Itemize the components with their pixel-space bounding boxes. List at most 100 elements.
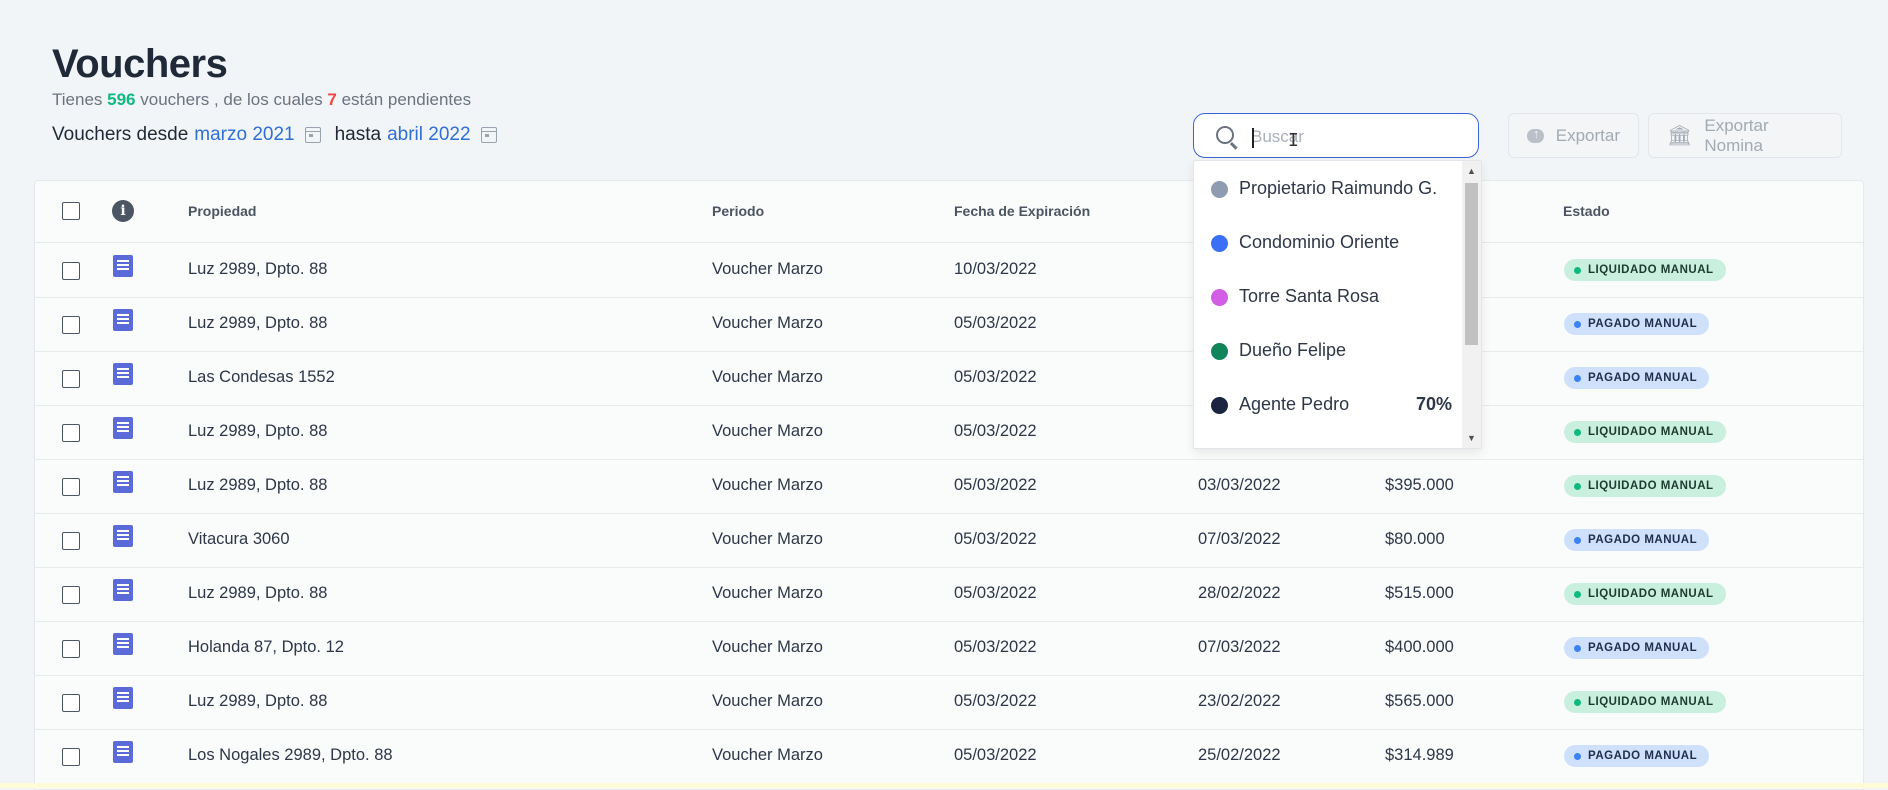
- document-icon[interactable]: [113, 309, 133, 331]
- cell-expiracion: 05/03/2022: [954, 314, 1037, 332]
- table-row[interactable]: Luz 2989, Dpto. 88 Voucher Marzo 05/03/202…: [35, 459, 1863, 514]
- range-to-link[interactable]: abril 2022: [387, 124, 470, 146]
- cell-propiedad: Los Nogales 2989, Dpto. 88: [188, 746, 393, 764]
- table-row[interactable]: Holanda 87, Dpto. 12 Voucher Marzo 05/03/2…: [35, 621, 1863, 676]
- summary-middle: vouchers , de los cuales: [140, 90, 323, 109]
- table-row[interactable]: Luz 2989, Dpto. 88 Voucher Marzo 05/03/202…: [35, 297, 1863, 352]
- row-checkbox[interactable]: [62, 532, 80, 550]
- cell-expiracion: 05/03/2022: [954, 368, 1037, 386]
- dropdown-option[interactable]: Condominio Oriente: [1194, 215, 1459, 269]
- dropdown-option[interactable]: Torre Santa Rosa: [1194, 269, 1459, 323]
- header-expiracion[interactable]: Fecha de Expiración: [954, 203, 1090, 219]
- cell-periodo: Voucher Marzo: [712, 368, 823, 386]
- option-percent: 70%: [1415, 394, 1452, 414]
- cell-propiedad: Luz 2989, Dpto. 88: [188, 476, 328, 494]
- header-periodo[interactable]: Periodo: [712, 203, 764, 219]
- range-from-label: Vouchers desde: [52, 124, 189, 145]
- table-row[interactable]: Las Condesas 1552 Voucher Marzo 05/03/2022…: [35, 351, 1863, 406]
- cell-propiedad: Holanda 87, Dpto. 12: [188, 638, 344, 656]
- option-label: Propietario Raimundo G.: [1239, 178, 1438, 198]
- document-icon[interactable]: [113, 633, 133, 655]
- row-checkbox[interactable]: [62, 640, 80, 658]
- cell-expiracion: 05/03/2022: [954, 692, 1037, 710]
- table-row[interactable]: Vitacura 3060 Voucher Marzo 05/03/2022 07/0…: [35, 513, 1863, 568]
- cell-propiedad: Vitacura 3060: [188, 530, 290, 548]
- row-checkbox[interactable]: [62, 316, 80, 334]
- voucher-summary: Tienes 596 vouchers , de los cuales 7 es…: [52, 90, 471, 110]
- status-badge: PAGADO MANUAL: [1564, 529, 1710, 551]
- vouchers-table: i Propiedad Periodo Fecha de Expiración …: [34, 180, 1864, 790]
- cell-expiracion: 05/03/2022: [954, 638, 1037, 656]
- document-icon[interactable]: [113, 687, 133, 709]
- bank-icon: 🏛: [1667, 125, 1693, 147]
- document-icon[interactable]: [113, 417, 133, 439]
- export-nomina-button[interactable]: 🏛 Exportar Nomina: [1648, 113, 1842, 158]
- row-checkbox[interactable]: [62, 424, 80, 442]
- document-icon[interactable]: [113, 255, 133, 277]
- select-all-checkbox[interactable]: [62, 202, 80, 220]
- table-header: i Propiedad Periodo Fecha de Expiración …: [35, 181, 1863, 243]
- dropdown-option[interactable]: Propietario Raimundo G.: [1194, 161, 1459, 215]
- cell-periodo: Voucher Marzo: [712, 476, 823, 494]
- cell-propiedad: Luz 2989, Dpto. 88: [188, 260, 328, 278]
- export-label: Exportar: [1555, 125, 1620, 145]
- cell-periodo: Voucher Marzo: [712, 638, 823, 656]
- cell-monto: $400.000: [1385, 638, 1454, 656]
- cell-monto: $395.000: [1385, 476, 1454, 494]
- row-checkbox[interactable]: [62, 748, 80, 766]
- export-button[interactable]: Exportar: [1508, 113, 1639, 158]
- scroll-up-arrow-icon[interactable]: ▲: [1467, 166, 1476, 176]
- scrollbar-thumb[interactable]: [1465, 183, 1478, 345]
- cell-periodo: Voucher Marzo: [712, 692, 823, 710]
- ibeam-cursor-icon: I: [1288, 130, 1299, 151]
- dropdown-option[interactable]: Agente Pedro 70%: [1194, 377, 1459, 431]
- status-badge: LIQUIDADO MANUAL: [1564, 475, 1726, 497]
- cell-fecha: 07/03/2022: [1198, 530, 1281, 548]
- document-icon[interactable]: [113, 471, 133, 493]
- color-dot-icon: [1211, 181, 1228, 198]
- range-to-label: hasta: [334, 124, 382, 145]
- cell-propiedad: Luz 2989, Dpto. 88: [188, 584, 328, 602]
- table-row[interactable]: Luz 2989, Dpto. 88 Voucher Marzo 05/03/202…: [35, 675, 1863, 730]
- header-estado[interactable]: Estado: [1563, 203, 1610, 219]
- table-row[interactable]: Los Nogales 2989, Dpto. 88 Voucher Marzo 0…: [35, 729, 1863, 784]
- option-label: Condominio Oriente: [1239, 232, 1400, 252]
- header-propiedad[interactable]: Propiedad: [188, 203, 256, 219]
- cell-expiracion: 10/03/2022: [954, 260, 1037, 278]
- row-checkbox[interactable]: [62, 370, 80, 388]
- info-icon[interactable]: i: [112, 200, 134, 222]
- table-row[interactable]: Luz 2989, Dpto. 88 Voucher Marzo 05/03/202…: [35, 405, 1863, 460]
- cell-periodo: Voucher Marzo: [712, 314, 823, 332]
- row-checkbox[interactable]: [62, 694, 80, 712]
- range-from-link[interactable]: marzo 2021: [194, 124, 294, 146]
- document-icon[interactable]: [113, 741, 133, 763]
- summary-prefix: Tienes: [52, 90, 103, 109]
- cell-expiracion: 05/03/2022: [954, 422, 1037, 440]
- calendar-icon[interactable]: [304, 127, 321, 143]
- cell-fecha: 28/02/2022: [1198, 584, 1281, 602]
- search-icon: [1216, 126, 1234, 144]
- status-badge: PAGADO MANUAL: [1564, 745, 1710, 767]
- status-badge: LIQUIDADO MANUAL: [1564, 259, 1726, 281]
- row-checkbox[interactable]: [62, 262, 80, 280]
- color-dot-icon: [1211, 289, 1228, 306]
- cell-fecha: 23/02/2022: [1198, 692, 1281, 710]
- document-icon[interactable]: [113, 525, 133, 547]
- cell-periodo: Voucher Marzo: [712, 746, 823, 764]
- color-dot-icon: [1211, 235, 1228, 252]
- scroll-down-arrow-icon[interactable]: ▼: [1467, 433, 1476, 443]
- cell-expiracion: 05/03/2022: [954, 746, 1037, 764]
- row-checkbox[interactable]: [62, 586, 80, 604]
- row-checkbox[interactable]: [62, 478, 80, 496]
- dropdown-option[interactable]: Dueño Felipe: [1194, 323, 1459, 377]
- table-row[interactable]: Luz 2989, Dpto. 88 Voucher Marzo 10/03/202…: [35, 243, 1863, 298]
- calendar-icon[interactable]: [480, 127, 497, 143]
- document-icon[interactable]: [113, 363, 133, 385]
- search-box[interactable]: [1193, 113, 1479, 158]
- text-caret: [1252, 128, 1254, 148]
- dropdown-scrollbar[interactable]: ▲ ▼: [1462, 161, 1481, 448]
- search-input[interactable]: [1249, 124, 1468, 150]
- document-icon[interactable]: [113, 579, 133, 601]
- search-suggestions-dropdown: Propietario Raimundo G. Condominio Orient…: [1193, 160, 1482, 449]
- table-row[interactable]: Luz 2989, Dpto. 88 Voucher Marzo 05/03/202…: [35, 567, 1863, 622]
